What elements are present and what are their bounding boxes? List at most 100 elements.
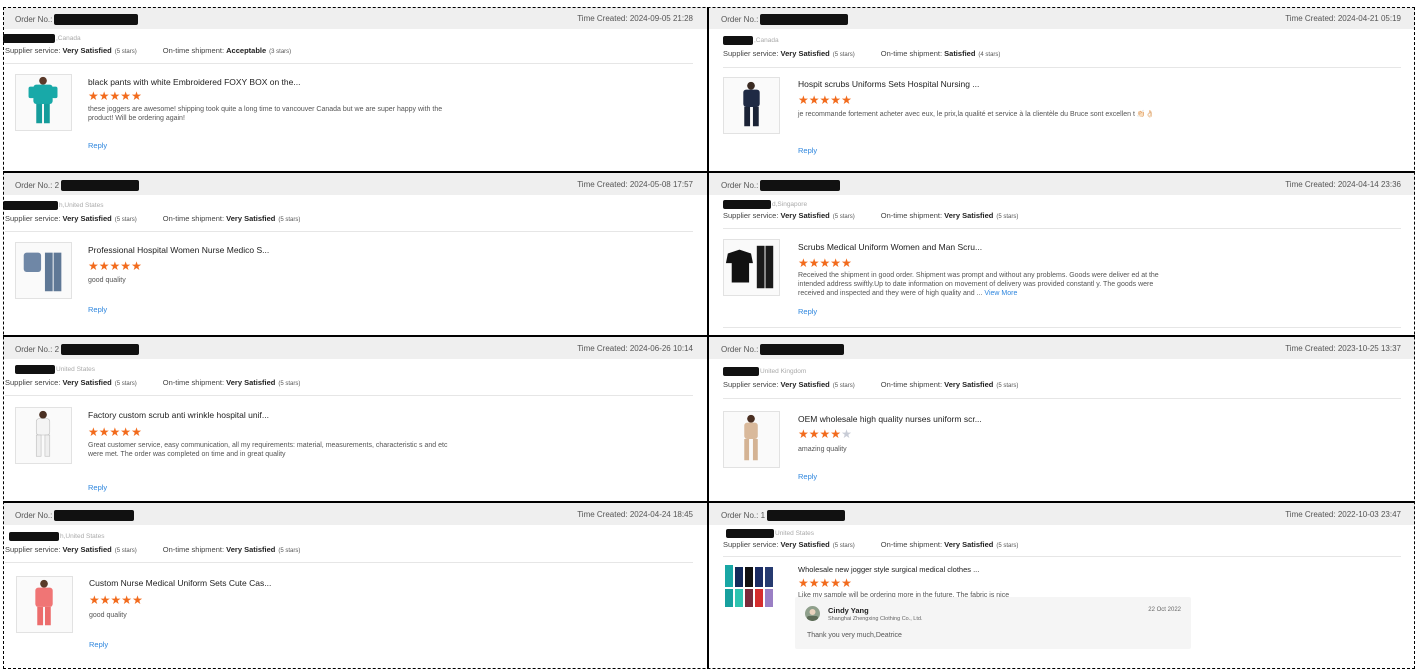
star-icon: ★ xyxy=(89,593,100,607)
redacted-buyer-name xyxy=(3,34,55,43)
product-thumbnail[interactable] xyxy=(16,576,73,633)
divider xyxy=(5,231,693,232)
rating-summary: Supplier service: Very Satisfied (5 stars… xyxy=(5,214,301,223)
order-number: Order No.: xyxy=(721,14,849,25)
star-icon: ★ xyxy=(819,256,831,270)
review-card: Order No.: Time Created: 2024-04-21 05:1… xyxy=(709,7,1415,171)
product-thumbnail[interactable] xyxy=(723,411,780,468)
redacted-buyer-name xyxy=(15,365,55,374)
star-rating: ★★★★★ xyxy=(798,577,852,589)
time-created: Time Created: 2023-10-25 13:37 xyxy=(1285,344,1401,353)
star-rating: ★★★★★ xyxy=(88,260,142,272)
star-icon: ★ xyxy=(819,427,831,441)
review-card: Order No.: Time Created: 2024-04-14 23:3… xyxy=(709,173,1415,335)
buyer-location: ,Canada xyxy=(3,34,81,43)
star-icon: ★ xyxy=(798,256,809,270)
product-thumbnail[interactable] xyxy=(15,74,72,131)
star-icon: ★ xyxy=(121,593,133,607)
review-comment: Great customer service, easy communicati… xyxy=(88,442,448,458)
reply-link[interactable]: Reply xyxy=(88,483,107,492)
review-header: Order No.: Time Created: 2024-09-05 21:2… xyxy=(3,7,707,29)
divider xyxy=(5,63,693,64)
star-rating: ★★★★★ xyxy=(798,257,852,269)
product-title[interactable]: Custom Nurse Medical Uniform Sets Cute C… xyxy=(89,578,271,588)
product-thumbnail[interactable] xyxy=(723,239,780,296)
buyer-location: United States xyxy=(15,365,95,374)
reply-link[interactable]: Reply xyxy=(798,472,817,481)
star-icon: ★ xyxy=(808,576,820,590)
divider xyxy=(723,67,1401,68)
star-icon: ★ xyxy=(830,256,842,270)
review-header: Order No.: Time Created: 2023-10-25 13:3… xyxy=(709,337,1415,359)
product-thumbnail[interactable] xyxy=(723,561,780,618)
redacted-order-id xyxy=(61,344,140,355)
star-icon: ★ xyxy=(98,89,110,103)
product-title[interactable]: Hospit scrubs Uniforms Sets Hospital Nur… xyxy=(798,79,979,89)
review-header: Order No.: 2 Time Created: 2024-05-08 17… xyxy=(3,173,707,195)
redacted-order-id xyxy=(760,180,841,191)
product-title[interactable]: Professional Hospital Women Nurse Medico… xyxy=(88,245,269,255)
review-grid: Order No.: Time Created: 2024-09-05 21:2… xyxy=(3,7,1415,669)
star-icon: ★ xyxy=(98,425,110,439)
divider xyxy=(723,228,1401,229)
review-comment: je recommande fortement acheter avec eux… xyxy=(798,111,1155,118)
star-rating: ★★★★★ xyxy=(88,426,142,438)
product-title[interactable]: Factory custom scrub anti wrinkle hospit… xyxy=(88,410,269,420)
star-icon: ★ xyxy=(131,89,142,103)
time-created: Time Created: 2024-09-05 21:28 xyxy=(577,14,693,23)
view-more-link[interactable]: View More xyxy=(984,290,1017,297)
star-icon: ★ xyxy=(841,256,852,270)
redacted-order-id xyxy=(54,14,139,25)
review-header: Order No.: 1 Time Created: 2022-10-03 23… xyxy=(709,503,1415,525)
redacted-buyer-name xyxy=(3,201,58,210)
star-icon: ★ xyxy=(808,93,820,107)
reply-link[interactable]: Reply xyxy=(89,640,108,649)
review-header: Order No.: Time Created: 2024-04-14 23:3… xyxy=(709,173,1415,195)
product-title[interactable]: Scrubs Medical Uniform Women and Man Scr… xyxy=(798,242,982,252)
star-rating: ★★★★★ xyxy=(798,94,852,106)
product-title[interactable]: Wholesale new jogger style surgical medi… xyxy=(798,565,979,574)
star-icon: ★ xyxy=(132,593,143,607)
review-header: Order No.: 2 Time Created: 2024-06-26 10… xyxy=(3,337,707,359)
rating-summary: Supplier service: Very Satisfied (5 stars… xyxy=(5,378,301,387)
order-number: Order No.: xyxy=(721,180,841,191)
redacted-order-id xyxy=(61,180,140,191)
redacted-order-id xyxy=(760,344,845,355)
product-thumbnail[interactable] xyxy=(723,77,780,134)
review-header: Order No.: Time Created: 2024-04-24 18:4… xyxy=(3,503,707,525)
reply-link[interactable]: Reply xyxy=(798,146,817,155)
star-icon: ★ xyxy=(808,256,820,270)
review-card: Order No.: Time Created: 2023-10-25 13:3… xyxy=(709,337,1415,501)
supplier-reply-company: Shanghai Zhengxing Clothing Co., Ltd. xyxy=(828,616,923,622)
star-rating: ★★★★★ xyxy=(88,90,142,102)
order-number: Order No.: 2 xyxy=(15,344,140,355)
star-icon: ★ xyxy=(131,259,142,273)
buyer-location: d,Singapore xyxy=(723,200,807,209)
star-icon: ★ xyxy=(120,89,132,103)
buyer-location: United States xyxy=(726,529,814,538)
divider xyxy=(723,327,1401,328)
star-icon: ★ xyxy=(120,425,132,439)
reply-link[interactable]: Reply xyxy=(88,305,107,314)
product-thumbnail[interactable] xyxy=(15,242,72,299)
star-icon: ★ xyxy=(99,593,111,607)
product-title[interactable]: black pants with white Embroidered FOXY … xyxy=(88,77,300,87)
star-icon: ★ xyxy=(841,576,852,590)
review-comment: good quality xyxy=(89,612,127,619)
time-created: Time Created: 2022-10-03 23:47 xyxy=(1285,510,1401,519)
product-title[interactable]: OEM wholesale high quality nurses unifor… xyxy=(798,414,982,424)
star-icon: ★ xyxy=(798,427,809,441)
product-thumbnail[interactable] xyxy=(15,407,72,464)
row-divider xyxy=(3,501,1415,503)
star-icon: ★ xyxy=(841,93,852,107)
supplier-reply-message: Thank you very much,Deatrice xyxy=(807,632,902,639)
star-icon: ★ xyxy=(110,593,122,607)
redacted-buyer-name xyxy=(723,367,759,376)
time-created: Time Created: 2024-04-21 05:19 xyxy=(1285,14,1401,23)
star-icon: ★ xyxy=(109,425,121,439)
order-number: Order No.: 2 xyxy=(15,180,140,191)
reply-link[interactable]: Reply xyxy=(88,141,107,150)
reply-link[interactable]: Reply xyxy=(798,307,817,316)
order-number: Order No.: xyxy=(15,510,135,521)
redacted-buyer-name xyxy=(726,529,774,538)
